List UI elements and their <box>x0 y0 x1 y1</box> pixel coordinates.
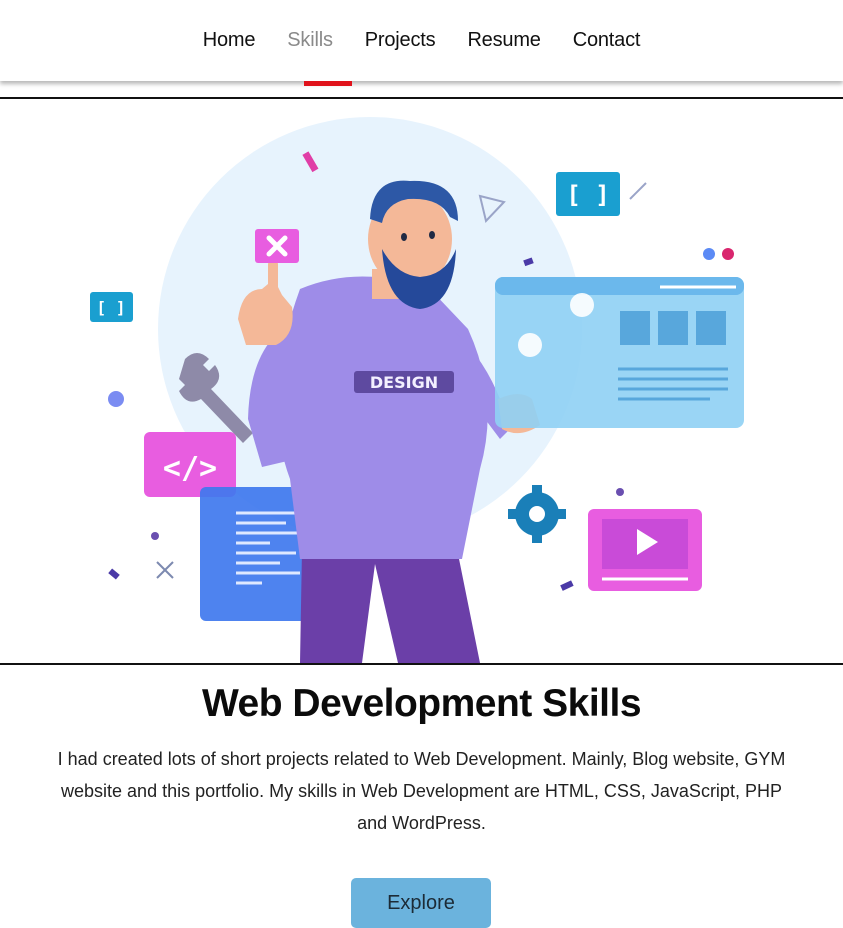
top-navbar: Home Skills Projects Resume Contact <box>0 0 843 81</box>
explore-button[interactable]: Explore <box>351 878 491 928</box>
gear-icon <box>508 485 566 543</box>
nav-resume-link[interactable]: Resume <box>467 0 540 81</box>
browser-window-panel <box>495 277 744 428</box>
active-nav-indicator <box>304 81 352 86</box>
confetti-piece <box>560 580 574 591</box>
hero-illustration: [ ] [ ] </> DESIGN <box>0 99 843 663</box>
hero-bottom-divider <box>0 663 843 665</box>
dot <box>151 532 159 540</box>
dot <box>108 391 124 407</box>
close-icon <box>255 229 299 263</box>
shirt-text: DESIGN <box>370 373 438 392</box>
x-mark <box>156 561 174 579</box>
nav-contact-link[interactable]: Contact <box>573 0 641 81</box>
nav-skills-link[interactable]: Skills <box>287 0 333 81</box>
play-icon <box>588 509 702 591</box>
brackets-icon: [ ] <box>90 292 133 322</box>
dot <box>616 488 624 496</box>
dot <box>722 248 734 260</box>
nav-home-link[interactable]: Home <box>203 0 256 81</box>
skills-description: I had created lots of short projects rel… <box>57 749 786 833</box>
confetti-piece <box>108 568 120 580</box>
svg-text:[ ]: [ ] <box>566 181 609 209</box>
dot <box>703 248 715 260</box>
developer-illustration: [ ] [ ] </> DESIGN <box>90 117 744 663</box>
dash <box>629 182 647 200</box>
nav-links: Home Skills Projects Resume Contact <box>0 0 843 81</box>
brackets-icon: [ ] <box>556 172 620 216</box>
svg-text:</>: </> <box>163 451 217 486</box>
svg-text:[ ]: [ ] <box>97 298 126 317</box>
nav-projects-link[interactable]: Projects <box>365 0 436 81</box>
page-title: Web Development Skills <box>201 682 642 725</box>
